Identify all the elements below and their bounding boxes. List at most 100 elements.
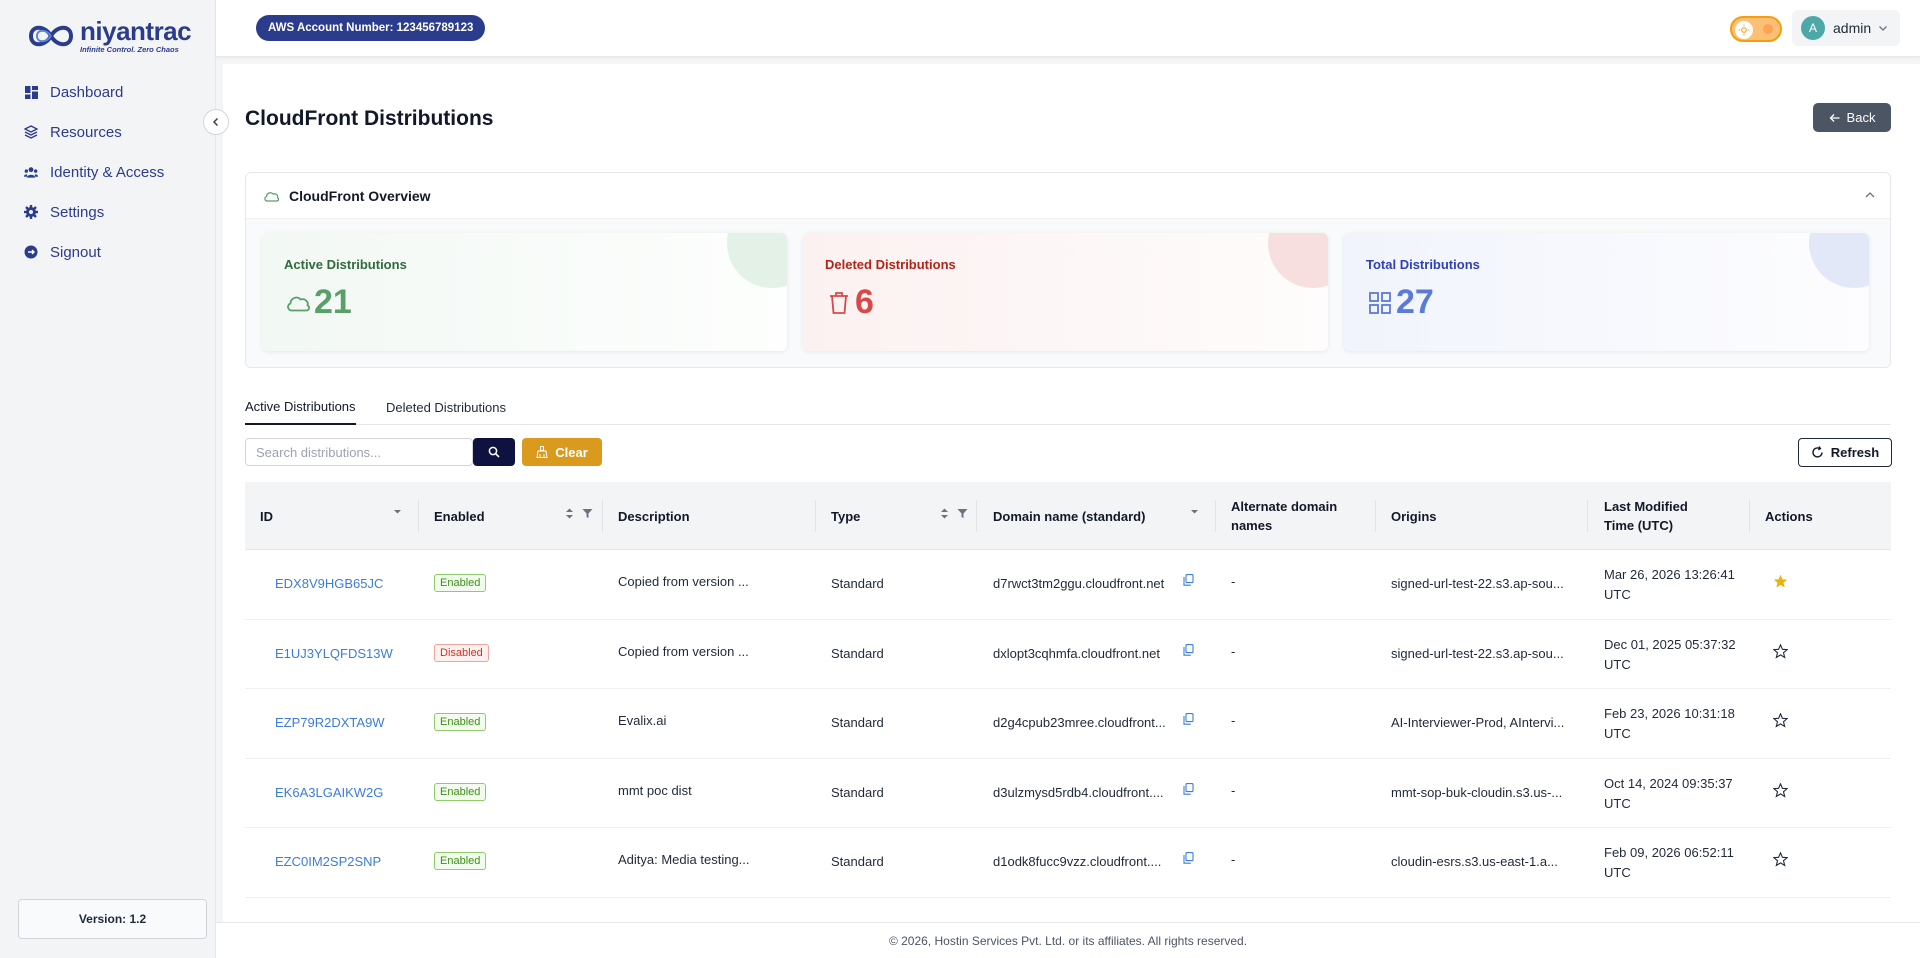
aws-account-badge: AWS Account Number: 123456789123: [256, 15, 486, 41]
tab-deleted-distributions[interactable]: Deleted Distributions: [386, 389, 506, 425]
search-button[interactable]: [473, 438, 515, 466]
sidebar-item-label: Signout: [50, 243, 101, 261]
stat-card-total: Total Distributions 27: [1344, 233, 1869, 351]
arrow-left-icon: [1829, 113, 1840, 122]
type-cell: Standard: [831, 576, 884, 591]
copy-icon[interactable]: [1183, 574, 1194, 589]
chevron-up-icon[interactable]: [1864, 189, 1876, 201]
copy-icon[interactable]: [1183, 643, 1194, 659]
column-header-enabled[interactable]: Enabled: [434, 482, 534, 550]
layers-icon: [24, 125, 38, 139]
sidebar-collapse-button[interactable]: [203, 109, 229, 135]
copy-icon[interactable]: [1183, 852, 1194, 867]
distribution-id-link[interactable]: EZC0IM2SP2SNP: [275, 854, 381, 869]
broom-icon: [536, 446, 548, 458]
domain-cell: d7rwct3tm2ggu.cloudfront.net: [993, 576, 1165, 591]
distribution-id-link[interactable]: EDX8V9HGB65JC: [275, 576, 383, 591]
brand-logo[interactable]: niyantrac Infinite Control. Zero Chaos: [26, 14, 192, 58]
user-menu-button[interactable]: A admin: [1792, 10, 1900, 46]
origins-cell: signed-url-test-22.s3.ap-sou...: [1391, 645, 1564, 661]
column-header-alternate-domains[interactable]: Alternate domain names: [1231, 482, 1351, 550]
origins-cell: mmt-sop-buk-cloudin.s3.us-...: [1391, 784, 1563, 800]
last-modified-cell: Feb 23, 2026 10:31:18 UTC: [1604, 706, 1735, 741]
origins-cell: AI-Interviewer-Prod, AIntervi...: [1391, 715, 1565, 730]
filter-icon[interactable]: [957, 508, 968, 519]
sun-icon: [1735, 21, 1753, 39]
distribution-id-link[interactable]: EZP79R2DXTA9W: [275, 715, 385, 730]
back-button[interactable]: Back: [1813, 103, 1891, 132]
distribution-id-link[interactable]: EK6A3LGAIKW2G: [275, 785, 383, 800]
clear-button[interactable]: Clear: [522, 438, 602, 466]
type-cell: Standard: [831, 784, 884, 800]
column-header-last-modified[interactable]: Last Modified Time (UTC): [1604, 482, 1714, 550]
sidebar-item-dashboard[interactable]: Dashboard: [0, 72, 216, 112]
table-row[interactable]: EZC0IM2SP2SNP Enabled Aditya: Media testin…: [245, 828, 1891, 898]
sort-down-icon[interactable]: [1190, 507, 1199, 516]
type-cell: Standard: [831, 645, 884, 661]
sort-icon[interactable]: [565, 507, 574, 520]
page-title: CloudFront Distributions: [245, 107, 494, 130]
sidebar: niyantrac Infinite Control. Zero Chaos D…: [0, 0, 216, 958]
infinity-logo-icon: [28, 25, 74, 47]
refresh-button-label: Refresh: [1830, 445, 1880, 460]
sidebar-item-label: Identity & Access: [50, 163, 165, 181]
star-filled-icon[interactable]: [1773, 574, 1788, 592]
star-icon[interactable]: [1772, 642, 1789, 662]
distribution-tabs: Active Distributions Deleted Distributio…: [245, 389, 1891, 425]
sidebar-item-resources[interactable]: Resources: [0, 112, 216, 152]
sidebar-item-identity-access[interactable]: Identity & Access: [0, 152, 216, 192]
star-icon[interactable]: [1772, 712, 1789, 731]
table-row[interactable]: EZP79R2DXTA9W Enabled Evalix.ai Standard d2g…: [245, 689, 1891, 759]
type-cell: Standard: [831, 854, 884, 869]
filter-icon[interactable]: [582, 508, 593, 519]
column-header-origins[interactable]: Origins: [1391, 482, 1541, 550]
distribution-id-link[interactable]: E1UJ3YLQFDS13W: [275, 646, 393, 661]
alternate-domain-cell: -: [1231, 574, 1236, 589]
cloud-icon: [264, 191, 280, 202]
description-cell: Copied from version ...: [618, 574, 749, 589]
column-header-id[interactable]: ID: [260, 482, 380, 550]
table-row[interactable]: E1UJ3YLQFDS13W Disabled Copied from versio…: [245, 619, 1891, 689]
sort-icon[interactable]: [940, 507, 949, 520]
copy-icon[interactable]: [1183, 713, 1194, 728]
last-modified-cell: Dec 01, 2025 05:37:32 UTC: [1604, 636, 1736, 672]
column-header-description[interactable]: Description: [618, 482, 798, 550]
refresh-button[interactable]: Refresh: [1798, 438, 1892, 467]
type-cell: Standard: [831, 715, 884, 730]
sidebar-item-label: Resources: [50, 123, 122, 141]
copy-icon[interactable]: [1183, 782, 1194, 798]
theme-toggle[interactable]: [1730, 16, 1782, 42]
description-cell: Evalix.ai: [618, 713, 667, 728]
sidebar-item-settings[interactable]: Settings: [0, 192, 216, 232]
back-button-label: Back: [1846, 110, 1876, 125]
stat-label: Deleted Distributions: [825, 257, 956, 272]
gear-icon: [24, 205, 38, 219]
domain-cell: d3ulzmysd5rdb4.cloudfront....: [993, 784, 1164, 800]
search-input[interactable]: [245, 438, 473, 466]
clear-button-label: Clear: [555, 444, 588, 460]
trash-icon: [825, 289, 853, 317]
refresh-icon: [1812, 446, 1823, 458]
sidebar-item-label: Dashboard: [50, 83, 124, 101]
status-badge: Enabled: [434, 574, 487, 592]
distributions-table: ID Enabled Description Type Domain name …: [245, 482, 1891, 898]
description-cell: Copied from version ...: [618, 643, 749, 659]
status-badge: Disabled: [434, 643, 489, 662]
sidebar-item-signout[interactable]: Signout: [0, 232, 216, 272]
overview-header[interactable]: CloudFront Overview: [246, 173, 1890, 219]
chevron-down-icon: [1879, 26, 1888, 31]
signout-icon: [24, 245, 38, 259]
stat-value: 21: [314, 283, 352, 321]
star-icon[interactable]: [1772, 851, 1789, 870]
domain-cell: d2g4cpub23mree.cloudfront...: [993, 715, 1166, 730]
column-header-domain[interactable]: Domain name (standard): [993, 482, 1183, 550]
table-row[interactable]: EDX8V9HGB65JC Enabled Copied from version …: [245, 550, 1891, 620]
last-modified-cell: Oct 14, 2024 09:35:37 UTC: [1604, 775, 1733, 811]
alternate-domain-cell: -: [1231, 782, 1236, 798]
column-header-type[interactable]: Type: [831, 482, 931, 550]
status-badge: Enabled: [434, 782, 487, 801]
tab-active-distributions[interactable]: Active Distributions: [245, 389, 356, 425]
sort-down-icon[interactable]: [393, 507, 402, 516]
star-icon[interactable]: [1772, 781, 1789, 801]
table-row[interactable]: EK6A3LGAIKW2G Enabled mmt poc dist Standard…: [245, 758, 1891, 828]
